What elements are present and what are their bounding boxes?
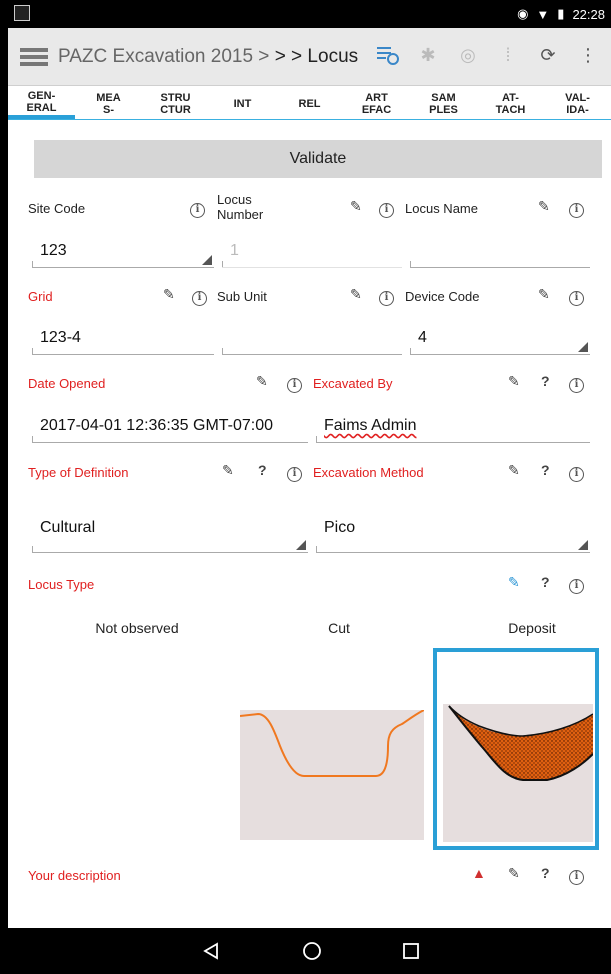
- excavated-by-help-icon[interactable]: ?: [541, 373, 550, 389]
- locus-name-info-icon[interactable]: i: [569, 199, 584, 218]
- sync-list-icon[interactable]: [375, 42, 401, 68]
- locus-type-option-not-observed-label[interactable]: Not observed: [42, 620, 232, 636]
- type-of-definition-label: Type of Definition: [28, 465, 129, 480]
- sub-unit-edit-icon[interactable]: ✎: [350, 286, 362, 303]
- overflow-menu-icon[interactable]: ⋮: [575, 42, 601, 68]
- breadcrumb-current: > > Locus: [274, 46, 359, 67]
- tab-samples[interactable]: SAM PLES: [410, 86, 477, 119]
- excavated-by-value: Faims Admin: [324, 417, 417, 434]
- device-code-info-icon[interactable]: i: [569, 287, 584, 306]
- excavation-method-select[interactable]: Pico: [316, 517, 590, 553]
- deposit-image-background: [443, 704, 594, 842]
- status-icons: ◉ ▼ ▮ 22:28: [517, 6, 605, 22]
- clock: 22:28: [572, 6, 605, 22]
- date-opened-edit-icon[interactable]: ✎: [256, 373, 268, 390]
- cut-profile-image: [239, 709, 425, 777]
- locus-type-option-deposit-label[interactable]: Deposit: [432, 620, 611, 636]
- locus-number-info-icon[interactable]: i: [379, 199, 394, 218]
- excavation-method-edit-icon[interactable]: ✎: [508, 462, 520, 479]
- locus-number-edit-icon[interactable]: ✎: [350, 198, 362, 215]
- grid-input[interactable]: 123-4: [32, 329, 214, 355]
- tab-validation[interactable]: VAL- IDA-: [544, 86, 611, 119]
- type-of-definition-info-icon[interactable]: i: [287, 463, 302, 482]
- device-code-edit-icon[interactable]: ✎: [538, 286, 550, 303]
- type-of-definition-select[interactable]: Cultural: [32, 517, 308, 553]
- locus-type-option-deposit[interactable]: [433, 648, 599, 850]
- menu-icon[interactable]: [20, 48, 48, 66]
- app-bar: PAZC Excavation 2015 > > > Locus ✱ ◎ ⁞ ⟳…: [8, 28, 611, 86]
- breadcrumb: PAZC Excavation 2015 > > > Locus: [58, 46, 358, 68]
- sub-unit-input[interactable]: [222, 329, 402, 355]
- site-code-info-icon[interactable]: i: [190, 199, 205, 218]
- device-code-label: Device Code: [405, 289, 480, 304]
- locus-number-label: Locus Number: [217, 192, 264, 222]
- form-content: Validate Site Code i Locus Number ✎ i Loc…: [8, 120, 611, 928]
- data-saver-icon: ◉: [517, 6, 529, 21]
- grid-label: Grid: [28, 289, 53, 304]
- your-description-help-icon[interactable]: ?: [541, 865, 550, 881]
- type-of-definition-edit-icon[interactable]: ✎: [222, 462, 234, 479]
- app-bar-actions: ✱ ◎ ⁞ ⟳ ⋮: [375, 42, 601, 68]
- locus-name-edit-icon[interactable]: ✎: [538, 198, 550, 215]
- date-opened-input[interactable]: 2017-04-01 12:36:35 GMT-07:00: [32, 417, 308, 443]
- locus-type-edit-icon[interactable]: ✎: [508, 574, 520, 591]
- tab-measurements[interactable]: MEA S-: [75, 86, 142, 119]
- gps-icon[interactable]: ◎: [455, 42, 481, 68]
- device-code-select[interactable]: 4: [410, 329, 590, 355]
- status-bar: ◉ ▼ ▮ 22:28: [8, 0, 611, 28]
- sub-unit-info-icon[interactable]: i: [379, 287, 394, 306]
- notification-image-icon: [14, 5, 30, 21]
- back-icon[interactable]: [198, 938, 224, 964]
- breadcrumb-module[interactable]: PAZC Excavation 2015 >: [58, 46, 269, 67]
- battery-icon: ▮: [557, 6, 565, 21]
- refresh-icon[interactable]: ⟳: [535, 42, 561, 68]
- validate-button[interactable]: Validate: [34, 140, 602, 178]
- deposit-profile-image: [448, 705, 594, 781]
- site-code-label: Site Code: [28, 201, 86, 216]
- excavated-by-edit-icon[interactable]: ✎: [508, 373, 520, 390]
- your-description-label: Your description: [28, 868, 121, 883]
- excavated-by-label: Excavated By: [313, 376, 393, 391]
- tab-artefacts[interactable]: ART EFAC: [343, 86, 410, 119]
- tab-attach[interactable]: AT- TACH: [477, 86, 544, 119]
- excavation-method-help-icon[interactable]: ?: [541, 462, 550, 478]
- site-code-select[interactable]: 123: [32, 242, 214, 268]
- tab-bar: GEN- ERAL MEA S- STRU CTUR INT REL ART EFAC …: [8, 86, 611, 120]
- locus-type-help-icon[interactable]: ?: [541, 574, 550, 590]
- home-icon[interactable]: [299, 938, 325, 964]
- date-opened-label: Date Opened: [28, 376, 106, 391]
- grid-edit-icon[interactable]: ✎: [163, 286, 175, 303]
- tab-structure[interactable]: STRU CTUR: [142, 86, 209, 119]
- tab-general[interactable]: GEN- ERAL: [8, 86, 75, 119]
- locus-number-field: 1: [222, 242, 402, 268]
- locus-name-label: Locus Name: [405, 201, 478, 216]
- locus-name-input[interactable]: [410, 242, 590, 268]
- recents-icon[interactable]: [398, 938, 424, 964]
- excavation-method-label: Excavation Method: [313, 465, 424, 480]
- date-opened-info-icon[interactable]: i: [287, 374, 302, 393]
- excavation-method-info-icon[interactable]: i: [569, 463, 584, 482]
- wifi-icon: ▼: [536, 6, 550, 22]
- type-of-definition-help-icon[interactable]: ?: [258, 462, 267, 478]
- excavated-by-info-icon[interactable]: i: [569, 374, 584, 393]
- your-description-info-icon[interactable]: i: [569, 866, 584, 885]
- locus-type-info-icon[interactable]: i: [569, 575, 584, 594]
- excavated-by-input[interactable]: Faims Admin: [316, 417, 590, 443]
- sub-unit-label: Sub Unit: [217, 289, 267, 304]
- system-nav-bar: [8, 928, 611, 974]
- grid-info-icon[interactable]: i: [192, 287, 207, 306]
- locus-type-option-cut[interactable]: [239, 709, 425, 840]
- locus-type-option-cut-label[interactable]: Cut: [244, 620, 434, 636]
- tab-interpretation[interactable]: INT: [209, 86, 276, 119]
- tracking-icon[interactable]: ⁞: [495, 42, 521, 68]
- warning-icon[interactable]: ▲: [472, 865, 486, 881]
- tab-relations[interactable]: REL: [276, 86, 343, 119]
- bluetooth-icon[interactable]: ✱: [415, 42, 441, 68]
- locus-type-label: Locus Type: [28, 577, 95, 592]
- your-description-edit-icon[interactable]: ✎: [508, 865, 520, 882]
